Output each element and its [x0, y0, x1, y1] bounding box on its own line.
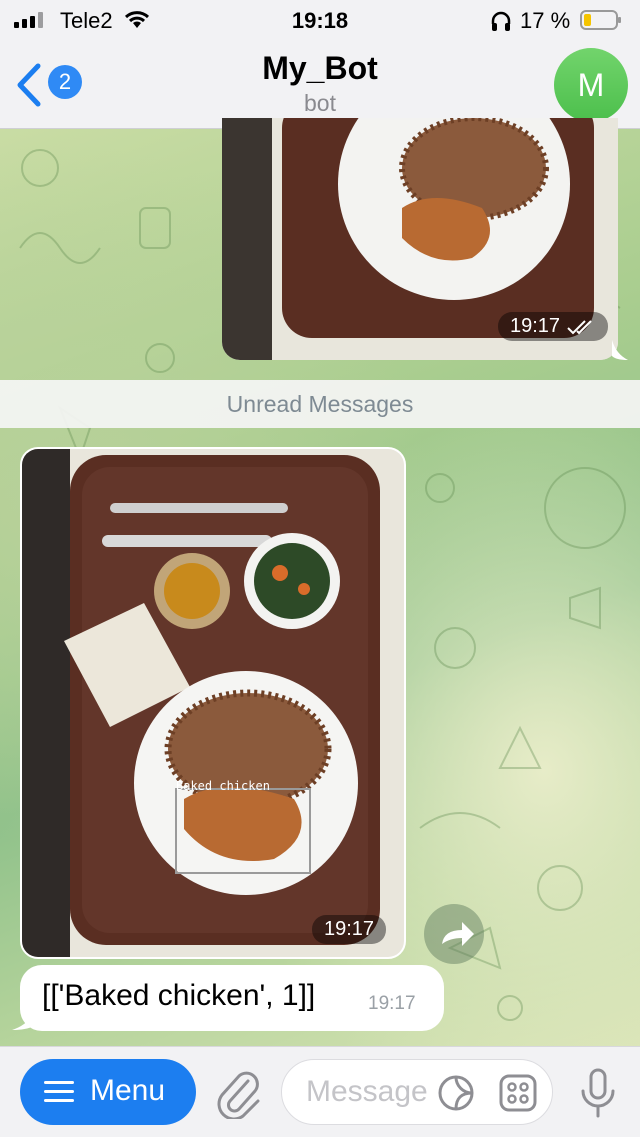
message-time: 19:17: [312, 915, 387, 944]
chat-header: 2 My_Bot bot M: [0, 42, 640, 129]
bubble-tail-right: [612, 340, 628, 360]
emoji-keyboard-icon[interactable]: [498, 1073, 538, 1113]
battery-percent: 17 %: [520, 8, 571, 33]
input-bar: Menu: [0, 1046, 640, 1137]
detected-food-photo: [22, 449, 404, 957]
sticker-icon[interactable]: [436, 1073, 476, 1113]
chat-subtitle: bot: [304, 90, 336, 116]
incoming-photo-message[interactable]: Baked chicken 19:17: [20, 447, 406, 959]
unread-messages-divider: Unread Messages: [0, 380, 640, 428]
microphone-icon[interactable]: [578, 1067, 618, 1119]
menu-button[interactable]: Menu: [20, 1059, 196, 1125]
message-text: [['Baked chicken', 1]]: [42, 979, 316, 1012]
message-time: 19:17: [498, 312, 608, 341]
outgoing-photo-message[interactable]: 19:17: [222, 118, 618, 360]
avatar[interactable]: M: [554, 48, 628, 122]
detection-label: Baked chicken: [176, 779, 270, 793]
message-time: 19:17: [368, 993, 416, 1014]
paperclip-icon[interactable]: [214, 1067, 262, 1119]
double-check-icon: [566, 320, 592, 335]
menu-icon: [44, 1081, 74, 1103]
headphones-icon: [491, 11, 511, 31]
chat-title: My_Bot: [262, 50, 378, 86]
bubble-tail-left: [12, 1010, 34, 1030]
menu-label: Menu: [90, 1074, 166, 1107]
share-button[interactable]: [424, 904, 484, 964]
incoming-text-message[interactable]: [['Baked chicken', 1]] 19:17: [20, 965, 444, 1031]
share-arrow-icon: [442, 922, 474, 946]
battery-icon: [580, 10, 621, 30]
status-bar: Tele2 19:18 17 %: [0, 0, 640, 42]
